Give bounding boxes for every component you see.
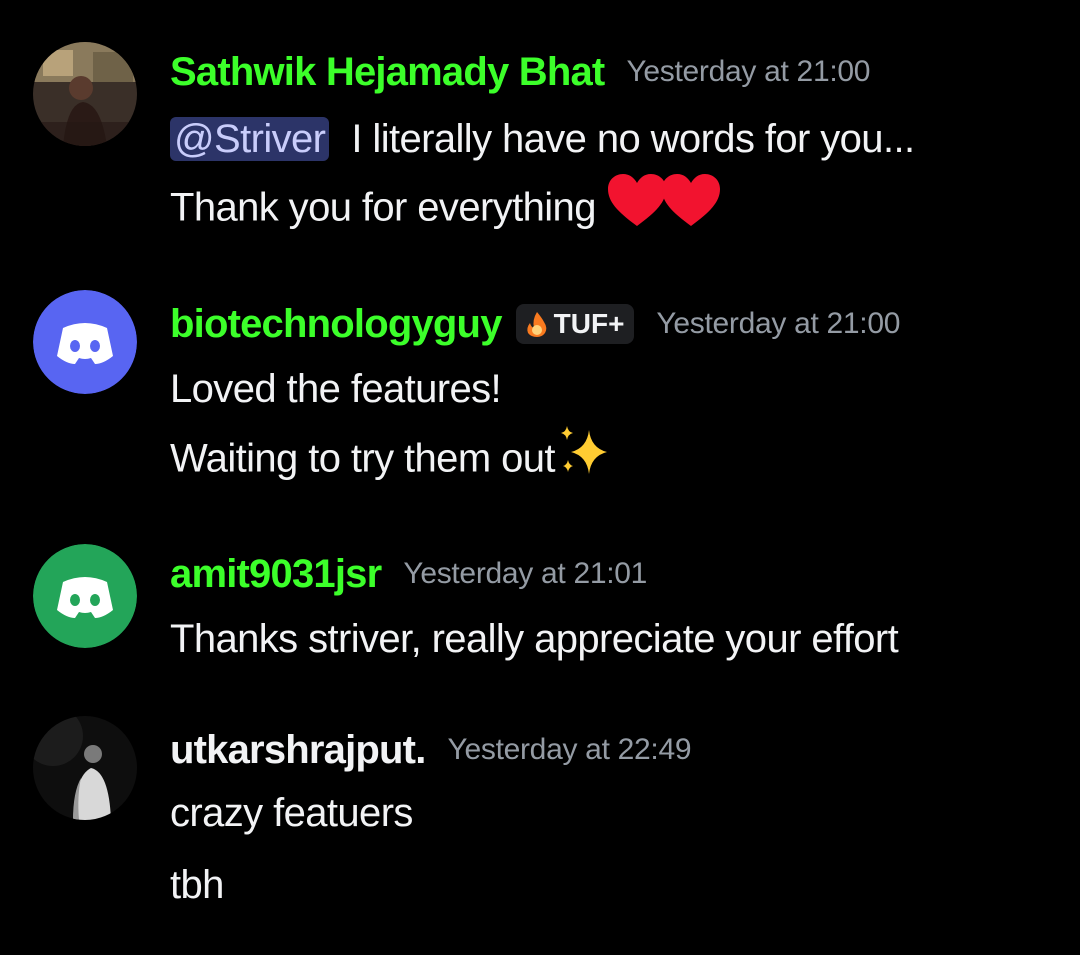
message-text: Thanks striver, really appreciate your e… <box>170 617 899 661</box>
message-text: Waiting to try them out <box>170 436 555 481</box>
timestamp: Yesterday at 22:49 <box>447 733 692 766</box>
avatar[interactable] <box>33 544 137 648</box>
message-text: Thank you for everything <box>170 185 596 230</box>
message-line: @Striver I literally have no words for yo… <box>170 106 1060 172</box>
message-text: crazy featuers <box>170 791 413 835</box>
message-line: crazy featuers <box>170 780 1060 846</box>
username[interactable]: utkarshrajput. <box>170 728 426 773</box>
message-text: Loved the features! <box>170 367 502 411</box>
message-header: biotechnologyguy TUF+ Yesterday at 21:00 <box>170 294 1060 354</box>
server-tag-badge[interactable]: TUF+ <box>515 304 635 344</box>
message-line: Thank you for everything <box>170 172 1060 248</box>
message-text: I literally have no words for you... <box>351 117 915 161</box>
avatar[interactable] <box>33 716 137 820</box>
badge-label: TUF+ <box>553 308 625 339</box>
message-header: utkarshrajput. Yesterday at 22:49 <box>170 720 1060 780</box>
timestamp: Yesterday at 21:00 <box>626 55 871 88</box>
sparkles-emoji <box>555 422 613 500</box>
flame-icon <box>524 310 550 338</box>
timestamp: Yesterday at 21:00 <box>656 307 901 340</box>
avatar[interactable] <box>33 290 137 394</box>
message-text: tbh <box>170 863 224 907</box>
message-line: Thanks striver, really appreciate your e… <box>170 606 1060 672</box>
message-line: Waiting to try them out <box>170 422 1060 500</box>
user-mention[interactable]: @Striver <box>170 117 330 161</box>
avatar[interactable] <box>33 42 137 146</box>
message-line: tbh <box>170 852 1060 918</box>
red-heart-emoji <box>660 172 722 248</box>
message-line: Loved the features! <box>170 356 1060 422</box>
message-header: Sathwik Hejamady Bhat Yesterday at 21:00 <box>170 42 1060 102</box>
message-header: amit9031jsr Yesterday at 21:01 <box>170 544 1060 604</box>
username[interactable]: biotechnologyguy <box>170 302 502 347</box>
timestamp: Yesterday at 21:01 <box>403 557 648 590</box>
username[interactable]: amit9031jsr <box>170 552 382 597</box>
red-heart-emoji <box>606 172 668 248</box>
username[interactable]: Sathwik Hejamady Bhat <box>170 50 605 95</box>
